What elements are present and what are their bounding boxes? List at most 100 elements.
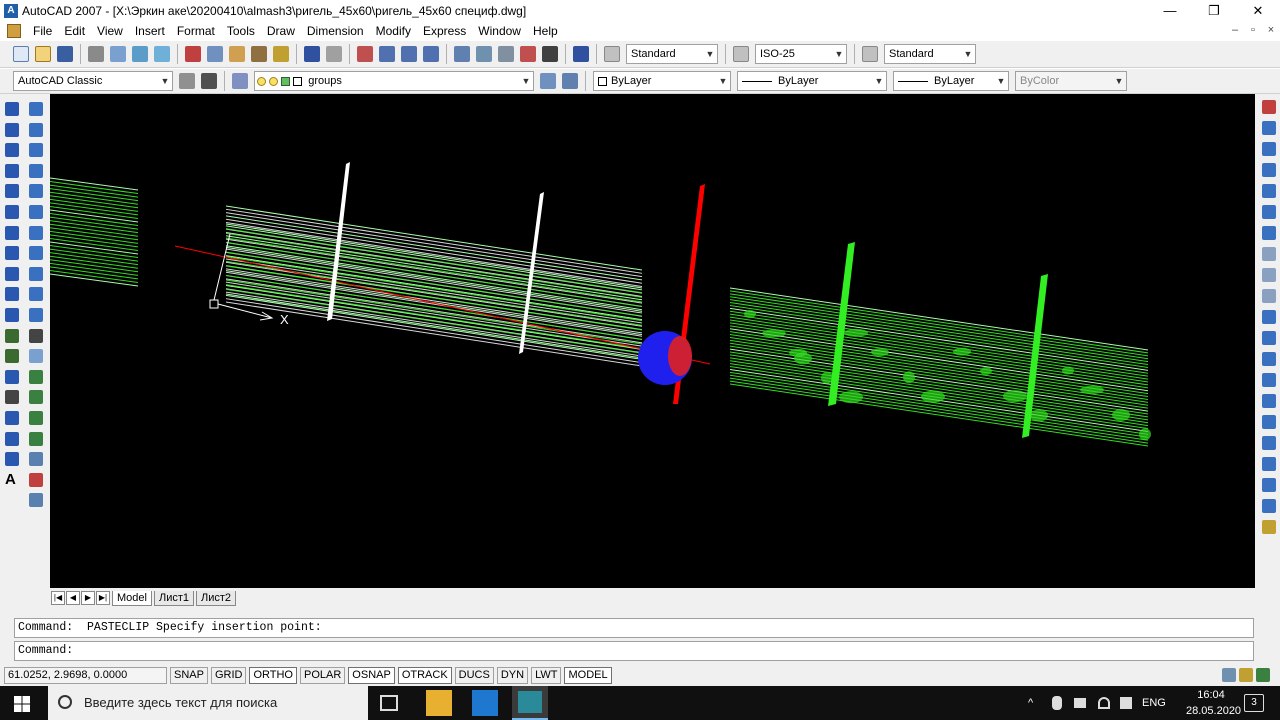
status-tray-settings-icon[interactable]: [1256, 668, 1270, 682]
render-icon[interactable]: [1262, 520, 1276, 534]
tab-sheet1[interactable]: Лист1: [153, 590, 194, 606]
microphone-icon[interactable]: [1052, 696, 1062, 710]
stretch-icon[interactable]: [29, 266, 43, 281]
break-icon[interactable]: [29, 328, 43, 343]
communication-center-icon[interactable]: [1222, 668, 1236, 682]
visual-style-icon[interactable]: [1262, 499, 1276, 513]
copy-object-icon[interactable]: [29, 122, 43, 137]
document-menu-icon[interactable]: [7, 24, 21, 38]
prev-tab-button[interactable]: ◀: [66, 591, 80, 605]
design-center-icon[interactable]: [476, 46, 492, 62]
extend-icon[interactable]: [29, 307, 43, 322]
show-hidden-icons-chevron[interactable]: ^: [1028, 686, 1033, 720]
move-icon[interactable]: [29, 204, 43, 219]
toggle-lwt[interactable]: LWT: [531, 667, 562, 684]
solid-edit-icon[interactable]: [29, 452, 43, 467]
solid-cone-icon[interactable]: [1262, 142, 1276, 156]
spline-icon[interactable]: [5, 266, 19, 281]
properties-edit-icon[interactable]: [29, 493, 43, 508]
taskbar-search-box[interactable]: Введите здесь текст для поиска: [48, 686, 368, 720]
plot-preview-icon[interactable]: [110, 46, 126, 62]
revolve-icon[interactable]: [1262, 205, 1276, 219]
solid-box-icon[interactable]: [1262, 100, 1276, 114]
3d-orbit-icon[interactable]: [1262, 478, 1276, 492]
menu-format[interactable]: Format: [171, 22, 221, 40]
ellipse-icon[interactable]: [5, 287, 19, 302]
rotate-icon[interactable]: [29, 225, 43, 240]
menu-express[interactable]: Express: [417, 22, 472, 40]
3d-move-icon[interactable]: [1262, 352, 1276, 366]
layer-manager-icon[interactable]: [232, 73, 248, 89]
calculator-icon[interactable]: [542, 46, 558, 62]
interfere-icon[interactable]: [1262, 331, 1276, 345]
rectangle-icon[interactable]: [5, 184, 19, 199]
fillet-icon[interactable]: [29, 390, 43, 405]
table-icon[interactable]: [5, 452, 19, 467]
circle-icon[interactable]: [5, 225, 19, 240]
cut-icon[interactable]: [185, 46, 201, 62]
layer-select[interactable]: groups ▼: [254, 71, 534, 91]
gradient-icon[interactable]: [5, 410, 19, 425]
doc-close-button[interactable]: ×: [1262, 22, 1280, 38]
align-icon[interactable]: [29, 472, 43, 487]
match-properties-icon[interactable]: [251, 46, 267, 62]
mirror-icon[interactable]: [29, 143, 43, 158]
revision-cloud-icon[interactable]: [5, 246, 19, 261]
slice-icon[interactable]: [1262, 289, 1276, 303]
solid-cylinder-icon[interactable]: [1262, 121, 1276, 135]
menu-dimension[interactable]: Dimension: [301, 22, 370, 40]
intersect-icon[interactable]: [1262, 268, 1276, 282]
join-icon[interactable]: [29, 349, 43, 364]
edit-polyline-icon[interactable]: [29, 431, 43, 446]
toggle-snap[interactable]: SNAP: [170, 667, 208, 684]
explode-icon[interactable]: [29, 410, 43, 425]
coordinates-readout[interactable]: 61.0252, 2.9698, 0.0000: [4, 667, 167, 684]
help-icon[interactable]: [573, 46, 589, 62]
polygon-icon[interactable]: [5, 163, 19, 178]
undo-icon[interactable]: [304, 46, 320, 62]
notification-center-icon[interactable]: 3: [1244, 694, 1264, 712]
doc-restore-button[interactable]: ▫: [1244, 22, 1262, 38]
menu-help[interactable]: Help: [527, 22, 564, 40]
menu-draw[interactable]: Draw: [261, 22, 301, 40]
toggle-model[interactable]: MODEL: [564, 667, 612, 684]
3d-align-icon[interactable]: [1262, 394, 1276, 408]
redo-icon[interactable]: [326, 46, 342, 62]
autocad-app-icon[interactable]: A: [4, 4, 18, 18]
drawing-canvas[interactable]: X: [50, 94, 1255, 588]
section-icon[interactable]: [1262, 310, 1276, 324]
3d-mirror-icon[interactable]: [1262, 436, 1276, 450]
file-explorer-icon[interactable]: [426, 690, 452, 716]
workspace-select[interactable]: AutoCAD Classic ▼: [13, 71, 173, 91]
line-icon[interactable]: [5, 102, 19, 116]
next-tab-button[interactable]: ▶: [81, 591, 95, 605]
point-icon[interactable]: [5, 369, 19, 384]
wifi-icon[interactable]: [1098, 697, 1110, 709]
sheet-set-icon[interactable]: [520, 46, 536, 62]
scale-icon[interactable]: [29, 246, 43, 261]
tool-palettes-icon[interactable]: [498, 46, 514, 62]
open-icon[interactable]: [35, 46, 51, 62]
menu-window[interactable]: Window: [472, 22, 527, 40]
layer-previous-icon[interactable]: [562, 73, 578, 89]
zoom-previous-icon[interactable]: [423, 46, 439, 62]
hatch-icon[interactable]: [5, 390, 19, 405]
taskbar-clock[interactable]: 16:04 28.05.2020: [1186, 686, 1241, 719]
save-icon[interactable]: [57, 46, 73, 62]
paste-icon[interactable]: [229, 46, 245, 62]
language-indicator[interactable]: ENG: [1142, 686, 1166, 720]
text-style-select[interactable]: Standard ▼: [626, 44, 718, 64]
union-icon[interactable]: [1262, 226, 1276, 240]
restore-button[interactable]: ❐: [1192, 0, 1236, 22]
dim-style-select[interactable]: ISO-25 ▼: [755, 44, 847, 64]
multiline-text-icon[interactable]: A: [5, 472, 19, 487]
command-input[interactable]: Command:: [14, 641, 1254, 661]
toggle-polar[interactable]: POLAR: [300, 667, 346, 684]
menu-tools[interactable]: Tools: [221, 22, 261, 40]
chamfer-icon[interactable]: [29, 369, 43, 384]
toggle-osnap[interactable]: OSNAP: [348, 667, 395, 684]
arc-icon[interactable]: [5, 204, 19, 219]
3d-rotate-icon[interactable]: [1262, 373, 1276, 387]
lock-toolbars-icon[interactable]: [1239, 668, 1253, 682]
insert-block-icon[interactable]: [5, 328, 19, 343]
